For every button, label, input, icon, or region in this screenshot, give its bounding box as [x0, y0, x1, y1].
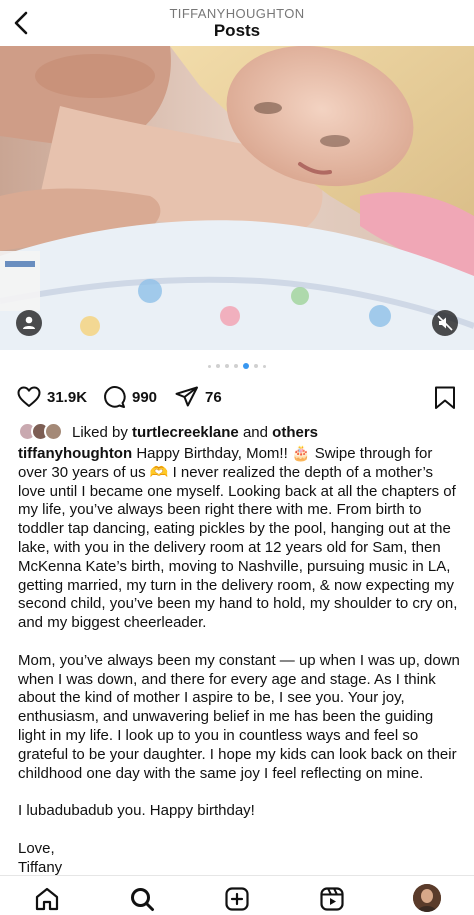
bottom-nav — [0, 875, 474, 915]
carousel-dot — [216, 364, 220, 368]
caption-text: Happy Birthday, Mom!! 🎂 Swipe through fo… — [18, 445, 458, 632]
carousel-dot — [225, 364, 229, 368]
carousel-dot-active — [243, 363, 249, 369]
reels-icon[interactable] — [319, 886, 345, 912]
caption-signoff: Love, Tiffany — [18, 839, 63, 876]
carousel-indicator — [0, 362, 474, 370]
post-image[interactable] — [0, 46, 474, 350]
avatar — [44, 422, 63, 441]
mute-button[interactable] — [432, 310, 458, 336]
tagged-people-button[interactable] — [16, 310, 42, 336]
liked-by-prefix: Liked by — [72, 423, 128, 441]
profile-avatar[interactable] — [413, 884, 441, 912]
comments-count[interactable]: 990 — [132, 389, 157, 406]
search-icon[interactable] — [129, 886, 155, 912]
heart-icon — [17, 386, 41, 407]
carousel-dot — [234, 364, 238, 368]
post-actions: 31.9K 990 76 — [0, 382, 474, 412]
carousel-dot — [208, 364, 211, 368]
caption-paragraph: Mom, you’ve always been my constant — up… — [18, 651, 460, 782]
profile-photo — [413, 884, 441, 912]
share-button[interactable]: 76 — [174, 382, 222, 412]
caption-username[interactable]: tiffanyhoughton — [18, 445, 132, 462]
photo-illustration — [0, 46, 474, 350]
speaker-muted-icon — [437, 315, 453, 331]
liked-by[interactable]: Liked by turtlecreeklane and others — [18, 421, 318, 443]
liker-avatars — [18, 422, 68, 442]
liked-by-user[interactable]: turtlecreeklane — [132, 424, 239, 441]
person-icon — [23, 316, 35, 329]
top-bar: TIFFANYHOUGHTON Posts — [0, 0, 474, 46]
bookmark-icon[interactable] — [433, 385, 457, 411]
caption-paragraph: tiffanyhoughton Happy Birthday, Mom!! 🎂 … — [18, 445, 460, 633]
send-icon — [175, 386, 198, 407]
home-icon[interactable] — [34, 886, 60, 912]
likes-count[interactable]: 31.9K — [47, 389, 87, 406]
caption-paragraph: I lubadubadub you. Happy birthday! — [18, 802, 255, 820]
comment-button[interactable]: 990 — [101, 382, 157, 412]
carousel-dot — [263, 364, 266, 368]
liked-by-conj: and — [242, 423, 268, 441]
header-username[interactable]: TIFFANYHOUGHTON — [0, 6, 474, 21]
liked-by-others[interactable]: others — [272, 424, 318, 441]
page-title: Posts — [213, 21, 261, 40]
comment-icon — [104, 386, 126, 408]
like-button[interactable]: 31.9K — [16, 382, 87, 412]
create-icon[interactable] — [224, 886, 250, 912]
carousel-dot — [254, 364, 258, 368]
post-caption: tiffanyhoughton Happy Birthday, Mom!! 🎂 … — [18, 445, 460, 896]
shares-count[interactable]: 76 — [205, 389, 222, 406]
